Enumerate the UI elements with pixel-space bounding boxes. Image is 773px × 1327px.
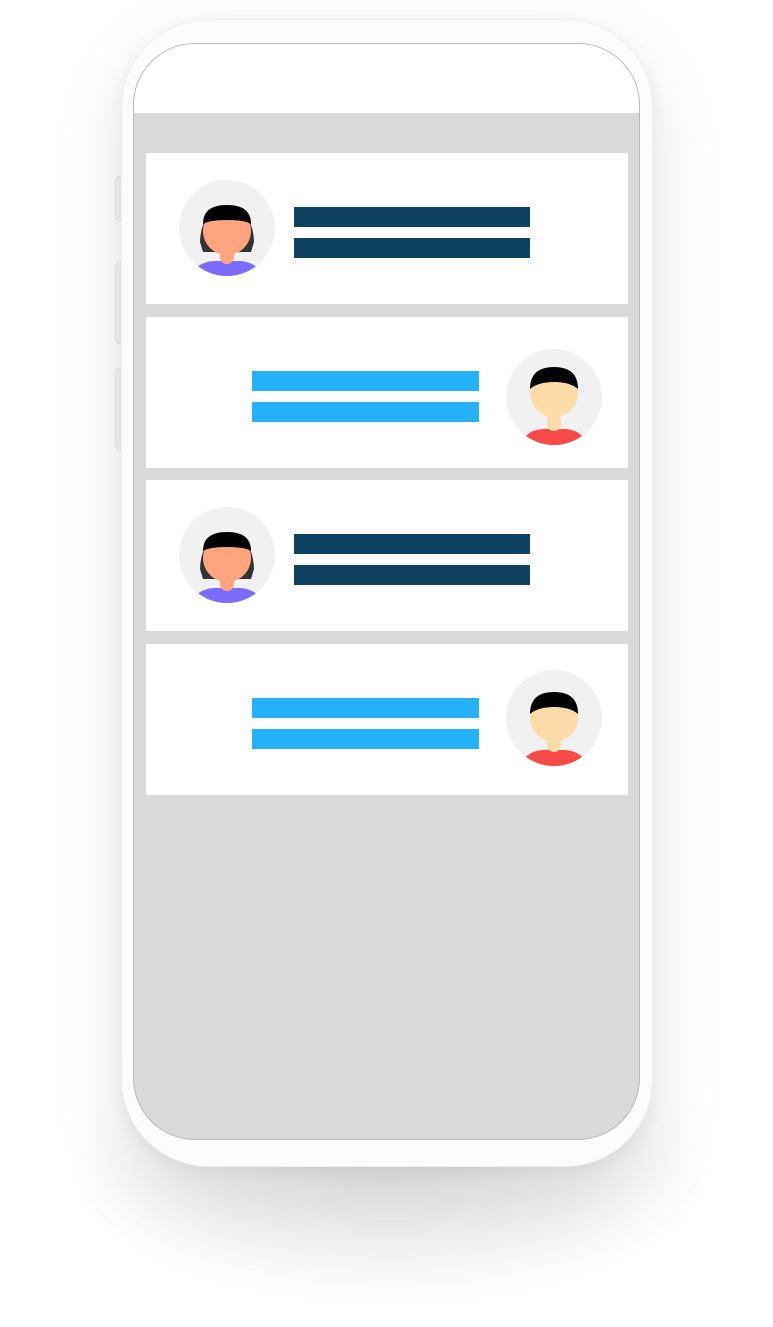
message-card-incoming[interactable] (146, 480, 628, 631)
message-text-line (252, 371, 479, 391)
app-header (134, 44, 639, 113)
message-text-line (294, 565, 530, 585)
message-card-incoming[interactable] (146, 153, 628, 304)
message-text-line (252, 729, 479, 749)
female-avatar-icon (179, 180, 275, 276)
message-text-line (252, 402, 479, 422)
message-text-line (294, 238, 530, 258)
male-avatar-icon (506, 670, 602, 766)
illustration-canvas (0, 0, 773, 1327)
message-text-line (294, 207, 530, 227)
male-avatar-icon (506, 349, 602, 445)
message-text-line (294, 534, 530, 554)
message-card-outgoing[interactable] (146, 317, 628, 468)
female-avatar-icon (179, 507, 275, 603)
phone-screen (133, 43, 640, 1140)
message-card-outgoing[interactable] (146, 644, 628, 795)
message-text-line (252, 698, 479, 718)
